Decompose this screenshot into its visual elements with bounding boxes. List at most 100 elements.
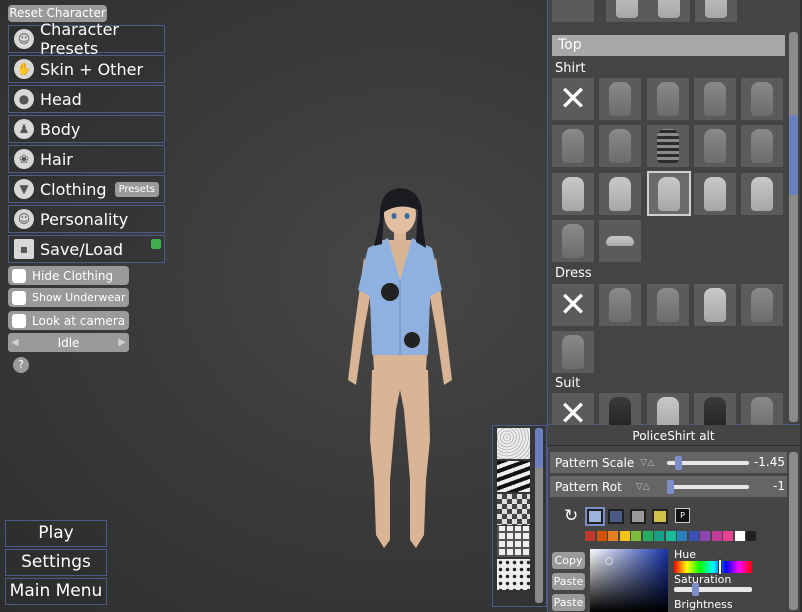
- copy-button[interactable]: Copy: [552, 552, 585, 569]
- paste-button[interactable]: Paste: [552, 573, 585, 590]
- palette-swatch[interactable]: [608, 531, 618, 541]
- pattern-checker[interactable]: [497, 494, 530, 525]
- head-button[interactable]: ● Head: [8, 85, 165, 113]
- body-button[interactable]: ♟ Body: [8, 115, 165, 143]
- palette-swatch[interactable]: [642, 531, 653, 541]
- clothing-item[interactable]: [552, 220, 594, 262]
- clothing-item[interactable]: [599, 78, 641, 120]
- saturation-value-picker[interactable]: [590, 549, 668, 612]
- pose-prev-arrow-icon[interactable]: ◀: [8, 337, 22, 348]
- pose-selector[interactable]: ◀ Idle ▶: [8, 333, 129, 352]
- pattern-rot-handle[interactable]: [667, 480, 674, 494]
- clothing-item[interactable]: [647, 125, 689, 167]
- p-badge-button[interactable]: P: [675, 508, 690, 523]
- clothing-item[interactable]: [695, 0, 737, 22]
- help-icon[interactable]: ?: [13, 357, 29, 373]
- clothing-item[interactable]: [599, 284, 641, 326]
- pose-next-arrow-icon[interactable]: ▶: [115, 337, 129, 348]
- clothing-thumbnail: [751, 82, 773, 116]
- clothing-item[interactable]: [599, 220, 641, 262]
- editor-scrollbar[interactable]: [789, 452, 798, 610]
- clothing-item-none[interactable]: ✕: [552, 284, 594, 326]
- show-underwear-checkbox[interactable]: [12, 290, 26, 305]
- clothing-item[interactable]: [694, 173, 736, 215]
- hue-slider[interactable]: [674, 561, 752, 573]
- pattern-scale-handle[interactable]: [675, 456, 682, 470]
- hair-button[interactable]: ❀ Hair: [8, 145, 165, 173]
- palette-swatch[interactable]: [700, 531, 710, 541]
- clothing-item[interactable]: [599, 173, 641, 215]
- clothing-item[interactable]: [648, 0, 690, 22]
- palette-swatch[interactable]: [723, 531, 733, 541]
- color-slot-3[interactable]: [630, 509, 646, 524]
- palette-swatch[interactable]: [734, 531, 745, 541]
- palette-swatch[interactable]: [596, 531, 607, 541]
- clothing-item[interactable]: [741, 173, 783, 215]
- look-at-camera-toggle[interactable]: Look at camera: [8, 311, 129, 330]
- reset-color-icon[interactable]: ↻: [564, 506, 578, 526]
- palette-swatch[interactable]: [619, 531, 630, 541]
- clothing-presets-button[interactable]: Presets: [114, 181, 159, 197]
- pattern-dots[interactable]: [497, 559, 530, 590]
- color-slot-2[interactable]: [608, 509, 624, 524]
- skin-other-button[interactable]: ✋ Skin + Other: [8, 55, 165, 83]
- clothing-item[interactable]: [694, 78, 736, 120]
- saturation-slider-handle[interactable]: [692, 583, 699, 596]
- clothing-item[interactable]: [599, 125, 641, 167]
- saturation-label: Saturation: [674, 573, 732, 586]
- character-presets-button[interactable]: ☺ Character Presets: [8, 20, 165, 58]
- clothing-item[interactable]: [552, 125, 594, 167]
- pattern-scrollbar-thumb[interactable]: [535, 428, 543, 468]
- paste-button-2[interactable]: Paste: [552, 594, 585, 611]
- clothing-scrollbar[interactable]: [789, 32, 798, 422]
- look-at-camera-checkbox[interactable]: [12, 313, 26, 328]
- save-load-button[interactable]: ▪ Save/Load: [8, 235, 165, 263]
- clothing-thumbnail: [705, 0, 727, 18]
- show-underwear-toggle[interactable]: Show Underwear: [8, 288, 129, 307]
- clothing-item[interactable]: [606, 0, 648, 22]
- clothing-item-none[interactable]: ✕: [552, 78, 594, 120]
- hide-clothing-toggle[interactable]: Hide Clothing: [8, 266, 129, 285]
- palette-swatch[interactable]: [665, 531, 676, 541]
- character-model[interactable]: [330, 180, 470, 560]
- saturation-slider[interactable]: [674, 587, 752, 592]
- pattern-rot-label: Pattern Rot: [555, 479, 622, 494]
- settings-button[interactable]: Settings: [5, 549, 107, 576]
- clothing-item[interactable]: [694, 125, 736, 167]
- palette-swatch[interactable]: [654, 531, 664, 541]
- pattern-plaid[interactable]: [497, 526, 530, 557]
- clothing-item[interactable]: [552, 173, 594, 215]
- palette-swatch[interactable]: [585, 531, 595, 541]
- clothing-button[interactable]: ▼ Clothing Presets: [8, 175, 165, 203]
- color-picker-cursor[interactable]: [605, 557, 613, 565]
- clothing-item[interactable]: [552, 331, 594, 373]
- pattern-zebra[interactable]: [497, 461, 530, 492]
- clothing-item[interactable]: [647, 284, 689, 326]
- clothing-item[interactable]: [741, 284, 783, 326]
- look-at-camera-label: Look at camera: [32, 313, 126, 328]
- pattern-noise[interactable]: [497, 428, 530, 459]
- pattern-rot-stepper-icon[interactable]: ▽△: [636, 482, 650, 492]
- palette-swatch[interactable]: [677, 531, 687, 541]
- personality-button[interactable]: ☺ Personality: [8, 205, 165, 233]
- clothing-item[interactable]: [741, 125, 783, 167]
- pattern-rot-slider[interactable]: [667, 485, 749, 489]
- clothing-item[interactable]: ⌃: [552, 0, 594, 22]
- main-menu-button[interactable]: Main Menu: [5, 578, 107, 605]
- color-slot-1[interactable]: [585, 507, 605, 526]
- clothing-item[interactable]: [741, 78, 783, 120]
- color-slot-4[interactable]: [652, 509, 668, 524]
- clothing-thumbnail: [751, 288, 773, 322]
- clothing-item-selected[interactable]: [647, 171, 691, 216]
- pattern-scale-stepper-icon[interactable]: ▽△: [640, 458, 654, 468]
- palette-swatch[interactable]: [631, 531, 641, 541]
- clothing-item[interactable]: [694, 284, 736, 326]
- category-header[interactable]: Top: [552, 35, 785, 56]
- clothing-item[interactable]: [647, 78, 689, 120]
- hide-clothing-checkbox[interactable]: [12, 268, 26, 283]
- palette-swatch[interactable]: [746, 531, 756, 541]
- palette-swatch[interactable]: [711, 531, 722, 541]
- play-button[interactable]: Play: [5, 520, 107, 547]
- palette-swatch[interactable]: [688, 531, 699, 541]
- clothing-scrollbar-thumb[interactable]: [789, 115, 798, 195]
